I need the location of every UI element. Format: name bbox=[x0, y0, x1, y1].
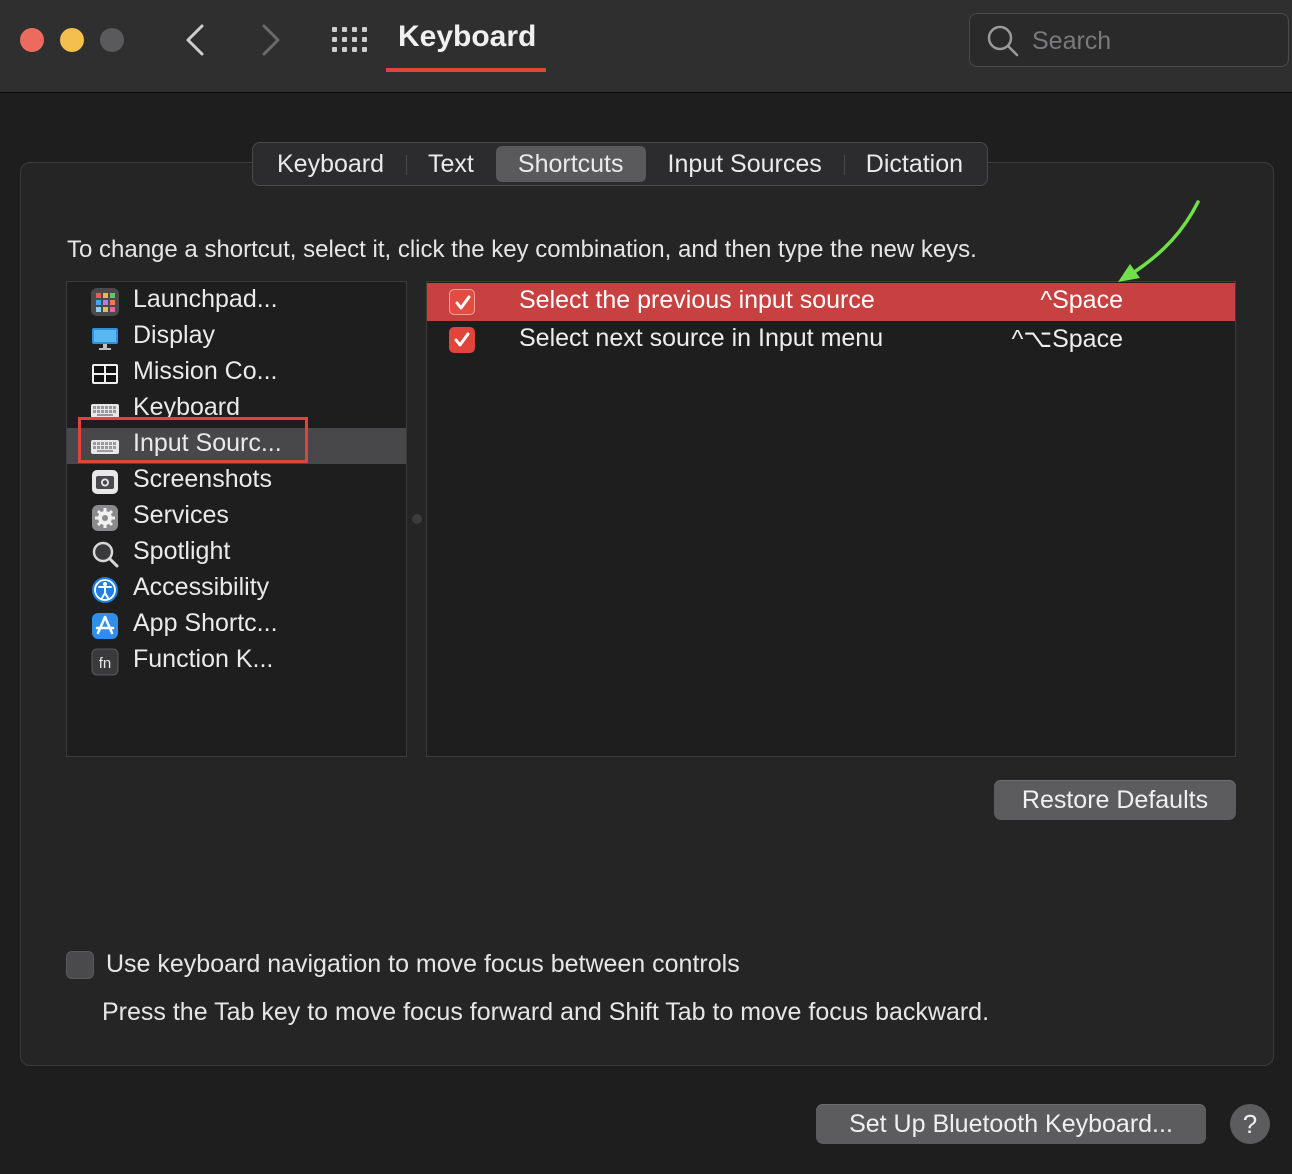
tab-dictation[interactable]: Dictation bbox=[843, 146, 985, 182]
shortcut-list: Select the previous input source ^Space … bbox=[426, 281, 1236, 757]
display-icon bbox=[92, 328, 118, 350]
help-button[interactable]: ? bbox=[1230, 1104, 1270, 1144]
set-up-bluetooth-keyboard-button[interactable]: Set Up Bluetooth Keyboard... bbox=[816, 1104, 1206, 1144]
shortcut-label: Select the previous input source bbox=[519, 286, 875, 314]
keyboard-navigation-checkbox[interactable] bbox=[66, 951, 94, 979]
category-display[interactable]: Display bbox=[67, 320, 406, 356]
checkmark-icon bbox=[455, 295, 471, 310]
accessibility-icon bbox=[92, 577, 118, 603]
category-label: Accessibility bbox=[133, 573, 270, 601]
fn-key-icon: fn bbox=[91, 648, 119, 676]
selection-annotation-box bbox=[78, 417, 308, 463]
forward-arrow-icon[interactable] bbox=[250, 18, 290, 62]
category-screenshots[interactable]: Screenshots bbox=[67, 464, 406, 500]
minimize-window-button[interactable] bbox=[60, 28, 84, 52]
category-label: Services bbox=[133, 501, 229, 529]
magnifier-icon bbox=[92, 541, 119, 568]
back-arrow-icon[interactable] bbox=[176, 18, 216, 62]
shortcut-key-combination[interactable]: ^Space bbox=[1040, 286, 1123, 315]
search-input[interactable] bbox=[1030, 24, 1274, 58]
shortcut-row[interactable]: Select next source in Input menu ^⌥Space bbox=[427, 321, 1235, 359]
mission-control-icon bbox=[92, 364, 118, 384]
tab-bar: Keyboard Text Shortcuts Input Sources Di… bbox=[252, 142, 989, 186]
zoom-window-button[interactable] bbox=[100, 28, 124, 52]
search-field[interactable] bbox=[969, 13, 1289, 67]
gear-icon bbox=[92, 505, 118, 531]
search-icon bbox=[987, 25, 1019, 57]
tab-keyboard[interactable]: Keyboard bbox=[255, 146, 406, 182]
splitter-handle[interactable] bbox=[412, 514, 422, 524]
tab-input-sources[interactable]: Input Sources bbox=[646, 146, 844, 182]
checkmark-icon bbox=[454, 332, 470, 347]
category-label: Launchpad... bbox=[133, 285, 278, 313]
keyboard-navigation-help-text: Press the Tab key to move focus forward … bbox=[102, 998, 990, 1026]
instructions-text: To change a shortcut, select it, click t… bbox=[67, 236, 977, 263]
category-label: Function K... bbox=[133, 645, 274, 673]
shortcut-category-list: Launchpad... Display Mission Co... Keybo… bbox=[66, 281, 407, 757]
shortcut-checkbox[interactable] bbox=[449, 327, 475, 353]
shortcut-row[interactable]: Select the previous input source ^Space bbox=[427, 283, 1235, 321]
show-all-grid-icon[interactable] bbox=[330, 26, 368, 54]
category-spotlight[interactable]: Spotlight bbox=[67, 536, 406, 572]
category-function-keys[interactable]: fn Function K... bbox=[67, 644, 406, 680]
app-store-icon bbox=[92, 613, 118, 639]
category-label: App Shortc... bbox=[133, 609, 278, 637]
shortcut-label: Select next source in Input menu bbox=[519, 324, 884, 352]
window-title: Keyboard bbox=[398, 20, 537, 53]
close-window-button[interactable] bbox=[20, 28, 44, 52]
tab-shortcuts[interactable]: Shortcuts bbox=[495, 146, 646, 182]
restore-defaults-button[interactable]: Restore Defaults bbox=[994, 780, 1236, 820]
category-launchpad[interactable]: Launchpad... bbox=[67, 284, 406, 320]
annotation-arrow-icon bbox=[1118, 200, 1200, 282]
launchpad-icon bbox=[91, 288, 119, 316]
category-label: Screenshots bbox=[133, 465, 272, 493]
shortcut-key-combination[interactable]: ^⌥Space bbox=[1012, 324, 1123, 354]
category-services[interactable]: Services bbox=[67, 500, 406, 536]
shortcut-checkbox[interactable] bbox=[449, 289, 475, 315]
screenshot-icon bbox=[92, 470, 118, 494]
category-label: Display bbox=[133, 321, 215, 349]
svg-text:fn: fn bbox=[99, 655, 112, 672]
category-app-shortcuts[interactable]: App Shortc... bbox=[67, 608, 406, 644]
category-label: Mission Co... bbox=[133, 357, 278, 385]
category-accessibility[interactable]: Accessibility bbox=[67, 572, 406, 608]
keyboard-navigation-label: Use keyboard navigation to move focus be… bbox=[106, 950, 740, 978]
tab-text[interactable]: Text bbox=[406, 146, 496, 182]
title-annotation-underline bbox=[386, 68, 546, 72]
category-label: Spotlight bbox=[133, 537, 231, 565]
category-mission-control[interactable]: Mission Co... bbox=[67, 356, 406, 392]
title-bar: Keyboard bbox=[0, 0, 1292, 93]
